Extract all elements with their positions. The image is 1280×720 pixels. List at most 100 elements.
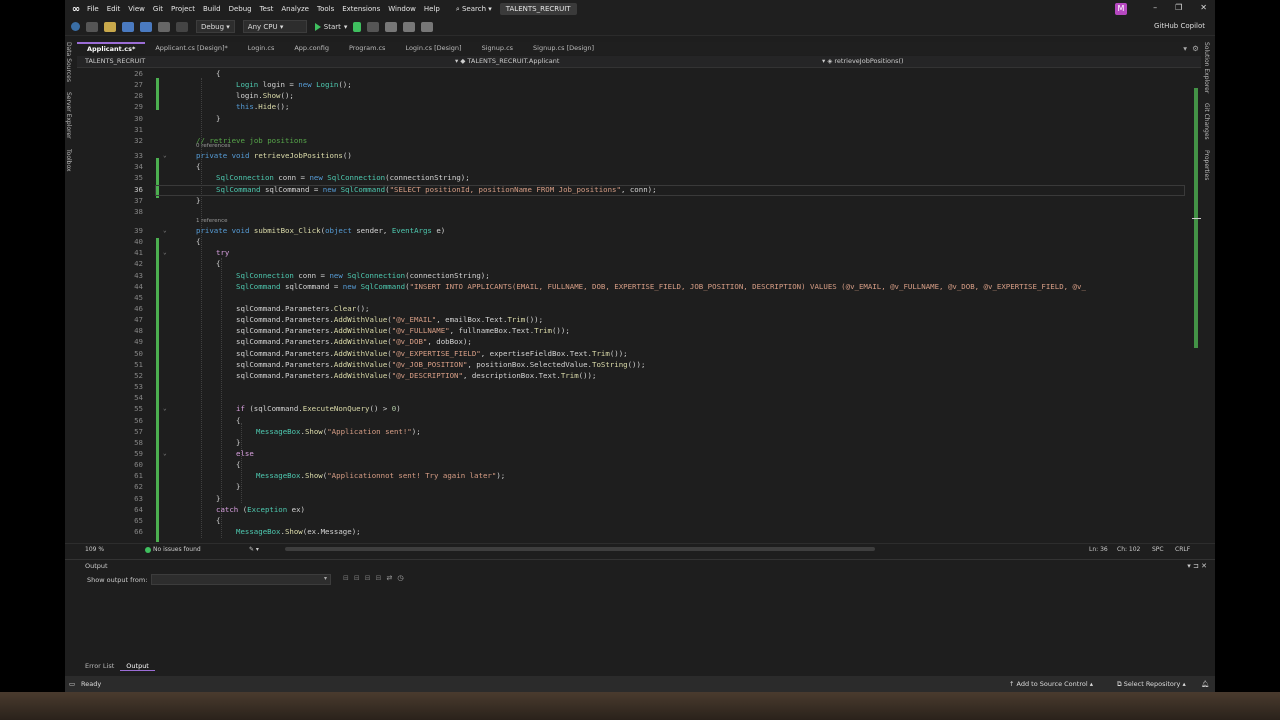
menu-edit[interactable]: Edit [107, 5, 129, 13]
menu-extensions[interactable]: Extensions [342, 5, 388, 13]
vertical-scrollbar[interactable] [1191, 68, 1203, 542]
start-without-debug-icon[interactable] [353, 21, 362, 32]
clear-all-icon[interactable]: ⊟ [376, 574, 382, 582]
fold-chevron-icon[interactable]: ⌄ [163, 403, 167, 414]
code-line[interactable]: 41 ⌄ try [77, 247, 1191, 258]
tab-applicant-design[interactable]: Applicant.cs [Design]* [145, 42, 237, 55]
menu-project[interactable]: Project [171, 5, 203, 13]
fold-chevron-icon[interactable]: ⌄ [163, 150, 167, 161]
bookmark-icon[interactable] [421, 21, 434, 32]
select-repository[interactable]: ⧉ Select Repository ▴ [1117, 680, 1186, 689]
code-line[interactable]: 44 SqlCommand sqlCommand = new SqlCommand… [77, 281, 1191, 292]
server-explorer-tab[interactable]: Server Explorer [65, 92, 72, 139]
code-line[interactable]: 30} [77, 113, 1191, 124]
code-line[interactable]: 65 { [77, 515, 1191, 526]
code-line[interactable]: 39 ⌄ private void submitBox_Click(object s… [77, 225, 1191, 236]
avatar[interactable]: M [1115, 3, 1127, 15]
code-line[interactable]: 54 [77, 392, 1191, 403]
next-message-icon[interactable]: ⊟ [365, 574, 371, 582]
code-line[interactable]: 66 MessageBox.Show(ex.Message); [77, 526, 1191, 537]
word-wrap-icon[interactable]: ⇄ [387, 574, 393, 582]
code-line[interactable]: 51 sqlCommand.Parameters.AddWithValue("@v… [77, 359, 1191, 370]
code-editor[interactable]: 26{27 Login login = new Login(); 28 login.S… [77, 68, 1191, 542]
add-to-source-control[interactable]: ↑ Add to Source Control ▴ [1009, 680, 1093, 688]
code-line[interactable]: 42 { [77, 258, 1191, 269]
tab-login-cs[interactable]: Login.cs [238, 42, 285, 55]
search-button[interactable]: ⌕ Search ▾ [456, 5, 492, 14]
open-folder-icon[interactable] [104, 21, 116, 32]
fold-chevron-icon[interactable]: ⌄ [163, 225, 167, 236]
horizontal-scrollbar[interactable] [285, 547, 875, 551]
code-line[interactable]: 59 ⌄ else [77, 448, 1191, 459]
code-line[interactable]: 56 { [77, 415, 1191, 426]
code-line[interactable]: 53 [77, 381, 1191, 392]
fold-chevron-icon[interactable]: ⌄ [163, 247, 167, 258]
nav-project[interactable]: TALENTS_RECRUIT [85, 57, 145, 65]
properties-tab[interactable]: Properties [1203, 150, 1210, 180]
hot-reload-icon[interactable] [367, 21, 380, 32]
settings-icon[interactable]: ⚙ [1192, 44, 1199, 53]
code-line[interactable]: 49 sqlCommand.Parameters.AddWithValue("@v… [77, 336, 1191, 347]
menu-debug[interactable]: Debug [229, 5, 260, 13]
menu-analyze[interactable]: Analyze [281, 5, 317, 13]
code-line[interactable]: 34 { [77, 161, 1191, 172]
code-line[interactable]: 55 ⌄ if (sqlCommand.ExecuteNonQuery() > 0) [77, 403, 1191, 414]
notifications-icon[interactable]: 🔔︎ [1201, 680, 1209, 688]
code-line[interactable]: 27 Login login = new Login(); [77, 79, 1191, 90]
maximize-icon[interactable]: ❐ [1175, 3, 1182, 12]
whitespace-mode[interactable]: SPC [1152, 546, 1164, 553]
code-line[interactable]: 57 MessageBox.Show("Application sent!"); [77, 426, 1191, 437]
solution-explorer-tab[interactable]: Solution Explorer [1203, 42, 1210, 93]
tab-signup-design[interactable]: Signup.cs [Design] [523, 42, 604, 55]
code-line[interactable]: 58} [77, 437, 1191, 448]
menu-window[interactable]: Window [388, 5, 424, 13]
code-line[interactable]: 35 SqlConnection conn = new SqlConnection… [77, 172, 1191, 183]
tab-applicant-cs[interactable]: Applicant.cs* [77, 42, 146, 55]
configuration-select[interactable]: Debug ▾ [196, 20, 235, 33]
menu-build[interactable]: Build [203, 5, 229, 13]
git-changes-tab[interactable]: Git Changes [1203, 103, 1210, 140]
close-icon[interactable]: ✕ [1200, 3, 1207, 12]
format-icon[interactable] [385, 21, 398, 32]
menu-tools[interactable]: Tools [317, 5, 342, 13]
platform-select[interactable]: Any CPU ▾ [242, 20, 307, 33]
code-line[interactable]: 64 catch (Exception ex) [77, 504, 1191, 515]
code-line[interactable]: 28 login.Show(); [77, 90, 1191, 101]
code-line[interactable]: 62} [77, 481, 1191, 492]
menu-file[interactable]: File [87, 5, 107, 13]
clock-icon[interactable]: ◷ [397, 574, 403, 582]
tab-output[interactable]: Output [120, 662, 155, 671]
back-icon[interactable] [71, 22, 80, 31]
code-line[interactable]: 38 [77, 206, 1191, 217]
code-line[interactable]: 48 sqlCommand.Parameters.AddWithValue("@v… [77, 325, 1191, 336]
data-sources-tab[interactable]: Data Sources [65, 42, 72, 82]
code-line[interactable]: 36 SqlCommand sqlCommand = new SqlCommand… [77, 184, 1191, 195]
menu-test[interactable]: Test [260, 5, 282, 13]
code-line[interactable]: 52 sqlCommand.Parameters.AddWithValue("@v… [77, 370, 1191, 381]
tab-login-design[interactable]: Login.cs [Design] [395, 42, 471, 55]
codelens-references[interactable]: 0 references [196, 143, 230, 149]
start-button[interactable]: Start ▾ [314, 22, 347, 31]
code-line[interactable]: 43 SqlConnection conn = new SqlConnection… [77, 270, 1191, 281]
save-icon[interactable] [122, 21, 134, 32]
code-line[interactable]: 40 { [77, 236, 1191, 247]
menu-git[interactable]: Git [153, 5, 171, 13]
find-icon[interactable]: ⊟ [343, 574, 349, 582]
prev-message-icon[interactable]: ⊟ [354, 574, 360, 582]
redo-icon[interactable] [176, 21, 188, 32]
code-line[interactable]: 47 sqlCommand.Parameters.AddWithValue("@v… [77, 314, 1191, 325]
code-line[interactable]: 31 [77, 124, 1191, 135]
github-copilot-button[interactable]: GitHub Copilot [1154, 22, 1205, 30]
code-line[interactable]: 46 sqlCommand.Parameters.Clear(); [77, 303, 1191, 314]
output-icon[interactable]: ▭ [69, 680, 75, 688]
code-line[interactable]: 33 ⌄ private void retrieveJobPositions() [77, 150, 1191, 161]
new-project-icon[interactable] [86, 21, 98, 32]
menu-help[interactable]: Help [424, 5, 448, 13]
nav-class-dropdown[interactable]: ▾ ◆ TALENTS_RECRUIT.Applicant [455, 57, 559, 65]
code-line[interactable]: 32// retrieve job positions [77, 135, 1191, 146]
code-line[interactable]: 63} [77, 493, 1191, 504]
output-source-select[interactable]: ▾ [151, 574, 331, 585]
code-line[interactable]: 37} [77, 195, 1191, 206]
code-line[interactable]: 60 { [77, 459, 1191, 470]
comment-icon[interactable] [403, 21, 416, 32]
